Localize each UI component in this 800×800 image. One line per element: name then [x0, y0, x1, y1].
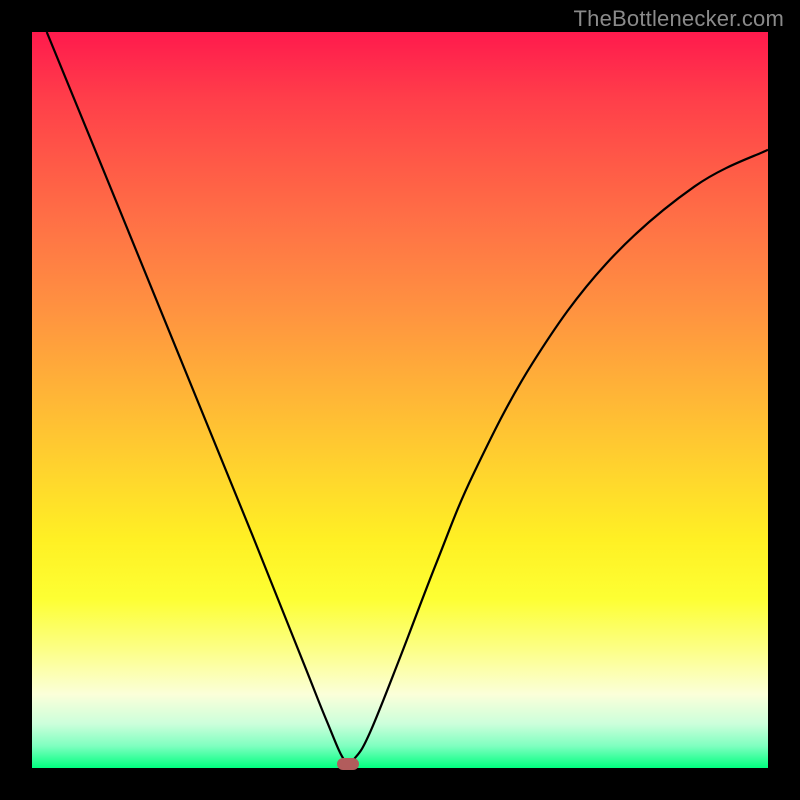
plot-container: TheBottlenecker.com — [0, 0, 800, 800]
plot-gradient-background — [32, 32, 768, 768]
watermark-text: TheBottlenecker.com — [574, 6, 784, 32]
optimum-marker — [337, 758, 359, 770]
